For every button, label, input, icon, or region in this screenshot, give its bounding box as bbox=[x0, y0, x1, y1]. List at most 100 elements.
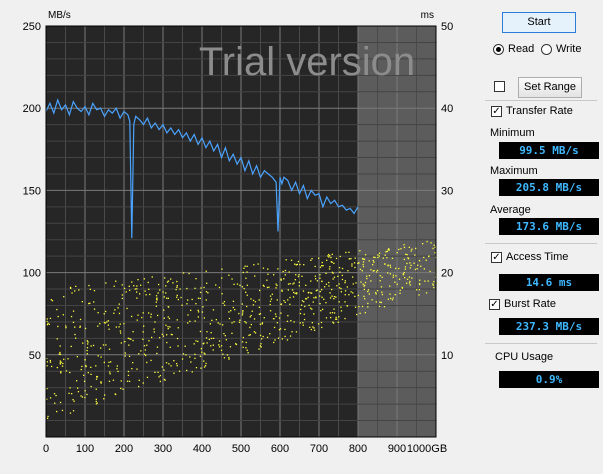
access-time-point bbox=[53, 393, 56, 395]
access-time-point bbox=[146, 376, 149, 378]
burst-rate-checkbox[interactable]: ✓ bbox=[489, 299, 500, 310]
access-time-point bbox=[46, 365, 48, 367]
access-time-point bbox=[269, 333, 271, 335]
access-time-point bbox=[136, 285, 138, 287]
set-range-checkbox[interactable] bbox=[494, 81, 505, 92]
access-time-point bbox=[48, 323, 50, 325]
access-time-point bbox=[330, 256, 332, 259]
access-time-point bbox=[406, 278, 409, 280]
access-time-point bbox=[289, 283, 291, 285]
access-time-point bbox=[379, 280, 381, 282]
access-time-point bbox=[67, 358, 69, 360]
access-time-point bbox=[232, 300, 235, 302]
access-time-point bbox=[108, 380, 111, 382]
access-time-point bbox=[71, 393, 73, 395]
access-time-point bbox=[384, 263, 386, 265]
access-time-point bbox=[281, 289, 283, 291]
access-time-point bbox=[146, 344, 148, 346]
access-time-point bbox=[197, 340, 199, 343]
access-time-point bbox=[239, 284, 241, 286]
access-time-point bbox=[59, 351, 61, 354]
start-button[interactable]: Start bbox=[502, 12, 576, 33]
access-time-point bbox=[420, 265, 422, 267]
access-time-point bbox=[47, 322, 49, 324]
access-time-point bbox=[228, 358, 230, 360]
access-time-point bbox=[273, 341, 275, 344]
access-time-point bbox=[337, 321, 339, 323]
access-time-point bbox=[375, 292, 377, 294]
access-time-point bbox=[129, 289, 131, 291]
access-time-point bbox=[254, 275, 256, 277]
access-time-point bbox=[83, 374, 85, 376]
access-time-point bbox=[193, 343, 195, 345]
access-time-point bbox=[119, 323, 121, 325]
access-time-point bbox=[260, 343, 262, 345]
access-time-point bbox=[163, 369, 165, 371]
access-time-point bbox=[242, 336, 244, 339]
access-time-checkbox[interactable]: ✓ bbox=[491, 252, 502, 263]
access-time-point bbox=[416, 268, 418, 270]
access-time-point bbox=[161, 333, 163, 335]
access-time-point bbox=[194, 287, 196, 289]
access-time-point bbox=[246, 294, 248, 296]
access-time-point bbox=[363, 258, 366, 260]
access-time-point bbox=[97, 355, 99, 357]
access-time-point bbox=[242, 310, 244, 312]
access-time-point bbox=[57, 325, 59, 328]
access-time-point bbox=[364, 254, 367, 256]
access-time-point bbox=[363, 295, 365, 297]
access-time-point bbox=[266, 279, 268, 281]
access-time-point bbox=[411, 277, 413, 279]
access-time-point bbox=[228, 317, 231, 320]
access-time-point bbox=[336, 318, 338, 320]
access-time-point bbox=[315, 278, 317, 280]
access-time-point bbox=[203, 286, 205, 289]
access-time-point bbox=[97, 312, 99, 314]
access-time-point bbox=[423, 256, 425, 259]
x-tick-label: 700 bbox=[310, 443, 328, 455]
watermark-text: Trial version bbox=[199, 40, 415, 84]
access-time-point bbox=[418, 283, 421, 285]
transfer-rate-checkbox[interactable]: ✓ bbox=[491, 106, 502, 117]
access-time-point bbox=[123, 287, 126, 290]
access-time-point bbox=[362, 261, 365, 263]
access-time-point bbox=[293, 291, 295, 294]
access-time-point bbox=[244, 265, 246, 267]
access-time-point bbox=[376, 271, 378, 273]
access-time-point bbox=[319, 277, 321, 279]
access-time-point bbox=[364, 281, 367, 284]
access-time-point bbox=[80, 368, 82, 371]
access-time-point bbox=[346, 305, 348, 307]
access-time-point bbox=[338, 283, 340, 285]
access-time-point bbox=[233, 321, 235, 323]
access-time-point bbox=[251, 310, 253, 312]
access-time-point bbox=[86, 353, 88, 355]
access-time-point bbox=[275, 287, 277, 289]
access-time-point bbox=[157, 314, 159, 317]
access-time-point bbox=[176, 285, 178, 287]
access-time-point bbox=[127, 337, 129, 339]
access-time-point bbox=[59, 360, 61, 362]
access-time-point bbox=[287, 289, 289, 291]
right-tick-label: 20 bbox=[441, 268, 453, 280]
access-time-point bbox=[363, 288, 365, 291]
access-time-point bbox=[377, 254, 379, 256]
access-time-point bbox=[406, 254, 408, 256]
access-time-point bbox=[324, 286, 326, 288]
access-time-point bbox=[250, 314, 252, 317]
access-time-point bbox=[126, 380, 129, 382]
access-time-label: Access Time bbox=[506, 251, 569, 263]
access-time-point bbox=[95, 400, 97, 403]
access-time-point bbox=[228, 311, 230, 313]
access-time-point bbox=[429, 270, 431, 273]
access-time-point bbox=[387, 272, 389, 274]
access-time-point bbox=[379, 301, 381, 303]
write-radio[interactable] bbox=[541, 44, 552, 55]
set-range-button[interactable]: Set Range bbox=[518, 77, 582, 98]
access-time-point bbox=[58, 353, 60, 355]
access-time-point bbox=[84, 327, 87, 330]
read-radio[interactable] bbox=[493, 44, 504, 55]
x-tick-label: 200 bbox=[115, 443, 133, 455]
access-time-point bbox=[124, 352, 126, 354]
access-time-point bbox=[130, 338, 132, 340]
